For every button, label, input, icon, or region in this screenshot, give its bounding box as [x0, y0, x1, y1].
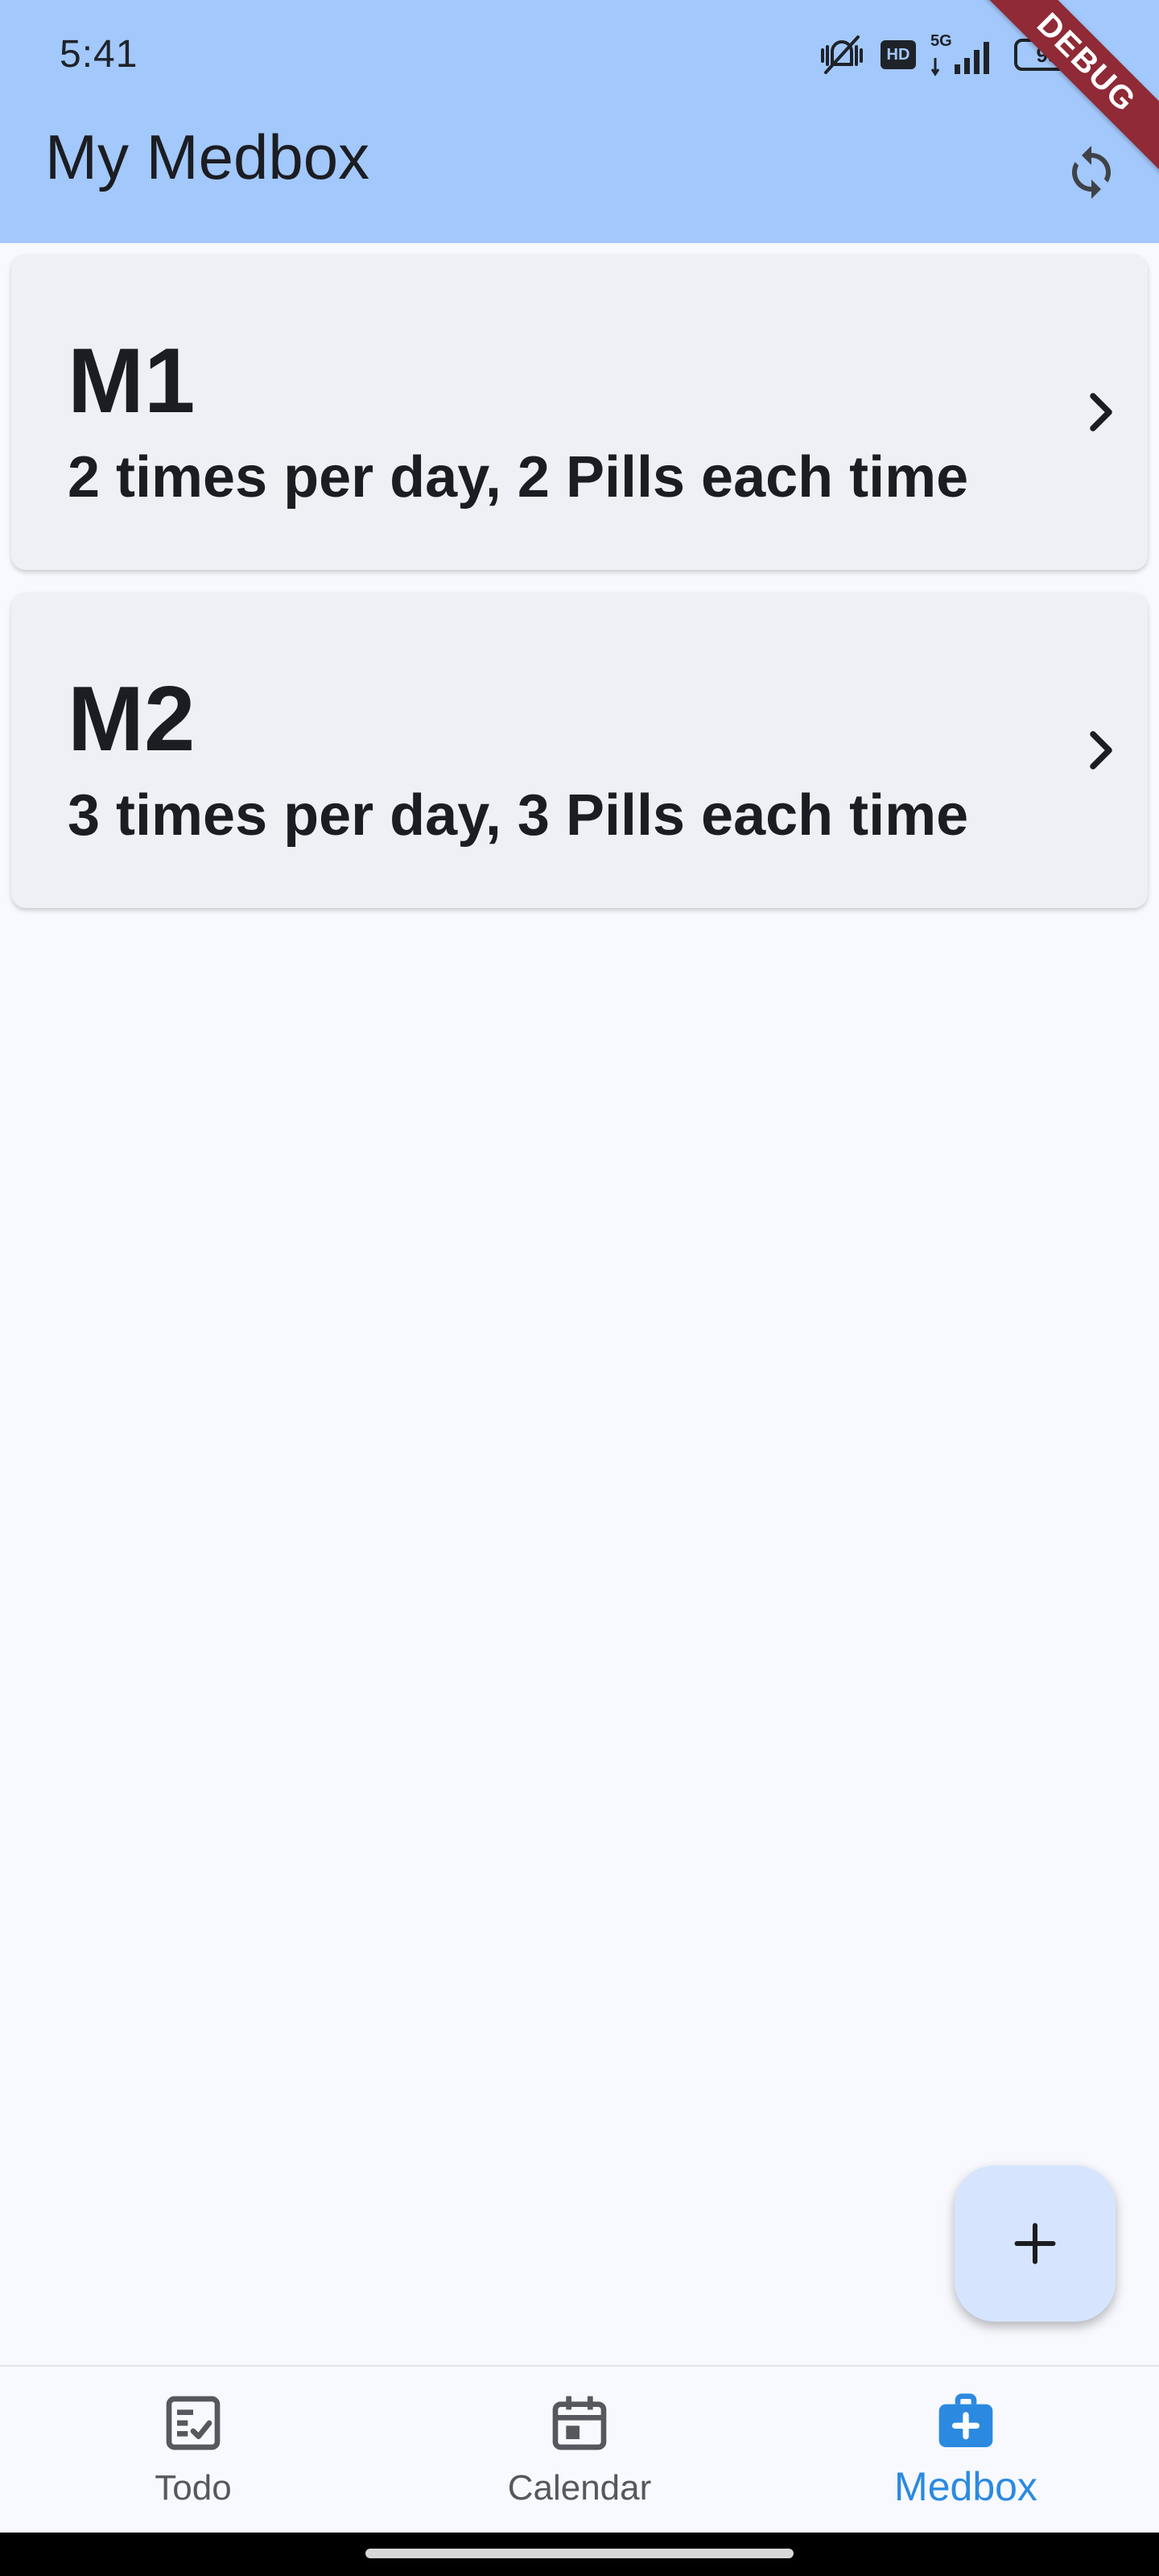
- medbox-screen: 5:41 HD 5G 93: [0, 0, 1159, 2576]
- system-gesture-bar: [0, 2533, 1159, 2576]
- nav-item-medbox[interactable]: Medbox: [773, 2367, 1159, 2534]
- status-time: 5:41: [60, 33, 138, 76]
- medicine-name: M1: [68, 330, 196, 432]
- nav-label-calendar: Calendar: [507, 2468, 652, 2508]
- sync-button[interactable]: [1048, 129, 1135, 216]
- medicine-card[interactable]: M2 3 times per day, 3 Pills each time: [11, 592, 1148, 908]
- medicine-name: M2: [68, 668, 196, 770]
- medicine-schedule: 3 times per day, 3 Pills each time: [68, 783, 969, 848]
- chevron-right-icon: [1090, 731, 1112, 770]
- chevron-right-icon: [1090, 393, 1112, 431]
- medical-bag-icon: [938, 2393, 993, 2447]
- hd-label: HD: [886, 45, 910, 64]
- bottom-navigation: Todo Calendar Medbox: [0, 2365, 1159, 2533]
- medicine-schedule: 2 times per day, 2 Pills each time: [68, 445, 969, 510]
- nav-label-medbox: Medbox: [894, 2464, 1037, 2509]
- medicine-card[interactable]: M1 2 times per day, 2 Pills each time: [11, 254, 1148, 570]
- hd-icon: HD: [881, 40, 916, 69]
- calendar-icon: [552, 2396, 607, 2450]
- home-indicator[interactable]: [365, 2549, 794, 2558]
- todo-list-icon: [166, 2396, 221, 2450]
- vibrate-mute-icon: [821, 35, 863, 74]
- signal-icon: 5G: [930, 32, 1000, 77]
- nav-label-todo: Todo: [155, 2468, 232, 2508]
- plus-icon: [1014, 2223, 1056, 2264]
- app-header: 5:41 HD 5G 93: [0, 0, 1159, 243]
- sync-icon: [1072, 146, 1111, 199]
- nav-item-calendar[interactable]: Calendar: [386, 2367, 773, 2534]
- add-medicine-button[interactable]: [955, 2165, 1116, 2322]
- nav-item-todo[interactable]: Todo: [0, 2367, 386, 2534]
- page-title: My Medbox: [45, 122, 370, 192]
